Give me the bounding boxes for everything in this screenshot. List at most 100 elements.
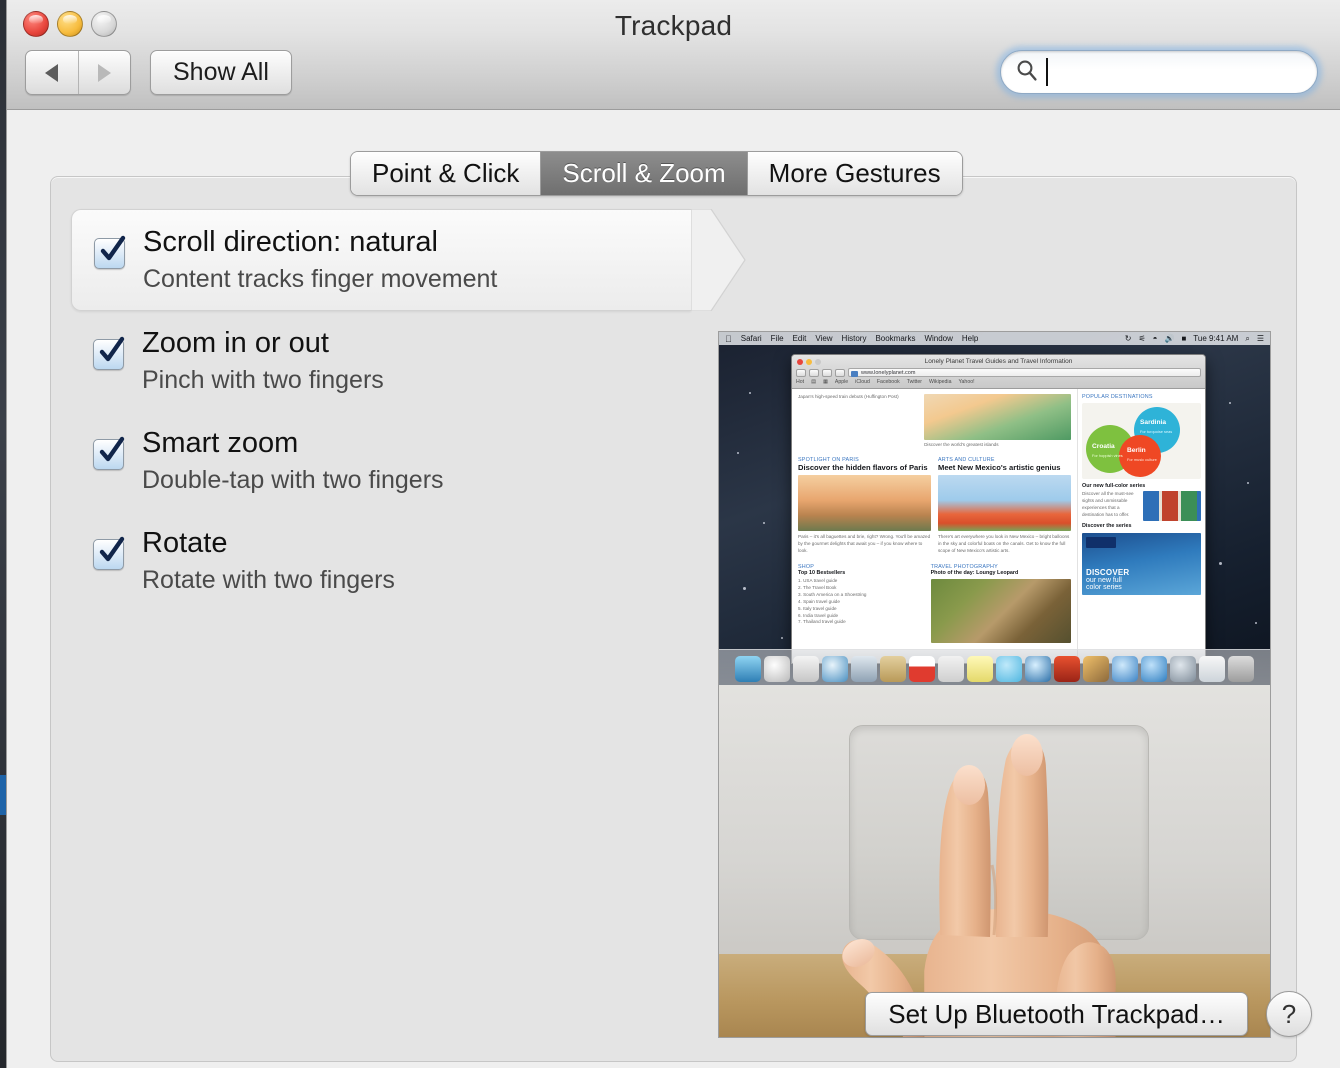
messages-icon (996, 656, 1022, 682)
wifi-icon: ◓ (1152, 334, 1158, 343)
search-input[interactable] (1045, 51, 1305, 93)
menubar-item-edit: Edit (785, 334, 807, 343)
search-field-container[interactable] (996, 46, 1322, 98)
navigation-segmented-control[interactable] (25, 50, 131, 95)
series-link: Discover the series (1082, 523, 1132, 529)
menubar-item-help: Help (955, 334, 978, 343)
tab-scroll-and-zoom[interactable]: Scroll & Zoom (540, 152, 747, 195)
ibooks-icon (1054, 656, 1080, 682)
window-footer: Set Up Bluetooth Trackpad… ? (7, 972, 1340, 1068)
tab-point-and-click[interactable]: Point & Click (351, 152, 541, 195)
article-image-paris (798, 475, 931, 532)
demo-desktop-scene:  Safari File Edit View History Bookmark… (719, 332, 1270, 685)
lonely-planet-logo-icon (1086, 537, 1116, 548)
star (749, 392, 751, 394)
page-main-column: Japan's high-speed train debuts (Huffing… (792, 389, 1077, 663)
option-title: Rotate (142, 526, 228, 559)
ad-text: DISCOVER our new full color series (1086, 568, 1129, 591)
safari-zoom-icon (815, 359, 821, 365)
article-headline: Meet New Mexico's artistic genius (938, 462, 1061, 472)
article-headline: Discover the hidden flavors of Paris (798, 462, 928, 472)
gesture-options-list: Scroll direction: natural Content tracks… (71, 209, 746, 611)
safari-window-controls (797, 359, 821, 365)
safari-share-icon (835, 368, 845, 377)
demo-menubar:  Safari File Edit View History Bookmark… (719, 332, 1270, 345)
menubar-item-history: History (834, 334, 867, 343)
selection-pointer-icon (691, 209, 747, 311)
forward-button[interactable] (77, 51, 131, 94)
shop-item: 2. The Travel Book (798, 584, 837, 590)
star (781, 637, 783, 639)
set-up-bluetooth-trackpad-button[interactable]: Set Up Bluetooth Trackpad… (865, 992, 1248, 1036)
gesture-demo-video[interactable]:  Safari File Edit View History Bookmark… (718, 331, 1271, 1038)
shop-item: 1. USA travel guide (798, 578, 838, 584)
star (1219, 562, 1222, 565)
option-title: Smart zoom (142, 426, 299, 459)
photo-image-leopard (930, 579, 1071, 644)
trash-icon (1228, 656, 1254, 682)
safari-url-field: www.lonelyplanet.com (848, 368, 1201, 377)
safari-close-icon (797, 359, 803, 365)
menubar-item-bookmarks: Bookmarks (868, 334, 915, 343)
destination-bubble-berlin (1119, 435, 1161, 477)
window-body: Point & Click Scroll & Zoom More Gesture… (7, 110, 1340, 1068)
series-body: Discover all the must-see sights and unm… (1082, 491, 1134, 517)
option-row-rotate[interactable]: Rotate Rotate with two fingers (71, 511, 691, 611)
star (743, 587, 746, 590)
option-row-zoom-in-or-out[interactable]: Zoom in or out Pinch with two fingers (71, 311, 691, 411)
safari-icon (822, 656, 848, 682)
option-row-smart-zoom[interactable]: Smart zoom Double-tap with two fingers (71, 411, 691, 511)
demo-safari-window: Lonely Planet Travel Guides and Travel I… (791, 354, 1206, 664)
tab-more-gestures[interactable]: More Gestures (746, 152, 962, 195)
itunes-icon (1112, 656, 1138, 682)
calendar-icon (909, 656, 935, 682)
window-titlebar: Trackpad Show All (7, 0, 1340, 110)
series-books-image (1143, 491, 1201, 521)
option-row-scroll-direction[interactable]: Scroll direction: natural Content tracks… (71, 209, 746, 311)
back-button[interactable] (26, 51, 78, 94)
checkmark-icon (99, 436, 125, 461)
settings-icon (1170, 656, 1196, 682)
option-subtitle: Pinch with two fingers (142, 365, 384, 394)
launchpad-icon (764, 656, 790, 682)
preview-icon (1199, 656, 1225, 682)
safari-minimize-icon (806, 359, 812, 365)
checkbox-zoom-in-or-out[interactable] (93, 336, 125, 370)
safari-page-content: Japan's high-speed train debuts (Huffing… (792, 389, 1205, 663)
shop-headline: Top 10 Bestsellers (798, 570, 846, 577)
checkmark-icon (99, 336, 125, 361)
timemachine-icon: ↻ (1124, 334, 1132, 343)
checkbox-rotate[interactable] (93, 536, 125, 570)
tab-bar: Point & Click Scroll & Zoom More Gesture… (350, 151, 963, 196)
help-button[interactable]: ? (1266, 991, 1312, 1037)
spotlight-icon: ⌕ (1245, 333, 1250, 343)
search-icon (1015, 58, 1039, 87)
star (1229, 402, 1231, 404)
bookmark-icloud: iCloud (855, 379, 870, 385)
destination-label-berlin: Berlin (1127, 447, 1146, 454)
show-all-button[interactable]: Show All (150, 50, 292, 95)
menubar-clock: Tue 9:41 AM (1193, 334, 1239, 343)
bluetooth-icon: ⚟ (1138, 334, 1146, 343)
option-text: Scroll direction: natural Content tracks… (143, 224, 497, 296)
battery-icon: ■ (1181, 334, 1187, 343)
checkbox-smart-zoom[interactable] (93, 436, 125, 470)
option-text: Zoom in or out Pinch with two fingers (142, 325, 384, 397)
article-body: Paris – it's all baguettes and brie, rig… (798, 534, 931, 554)
page-title: Trackpad (614, 10, 733, 41)
page-news-item: Japan's high-speed train debuts (Huffing… (798, 394, 899, 399)
bookmark-hot: Hot (796, 379, 805, 385)
photo-headline: Photo of the day: Loungy Leopard (930, 570, 1019, 577)
appstore-icon (793, 656, 819, 682)
star (1255, 622, 1257, 624)
option-text: Rotate Rotate with two fingers (142, 525, 395, 597)
mail-icon (851, 656, 877, 682)
destinations-graphic: Croatia For hoppish vines Sardinia For t… (1082, 403, 1201, 479)
volume-icon: 🔊 (1164, 334, 1175, 343)
menubar-item-window: Window (917, 334, 952, 343)
destination-label-croatia: Croatia (1092, 443, 1115, 450)
appstore2-icon (1141, 656, 1167, 682)
star (1247, 482, 1249, 484)
checkbox-scroll-direction[interactable] (94, 235, 126, 269)
shop-item: 4. Spain travel guide (798, 598, 840, 604)
